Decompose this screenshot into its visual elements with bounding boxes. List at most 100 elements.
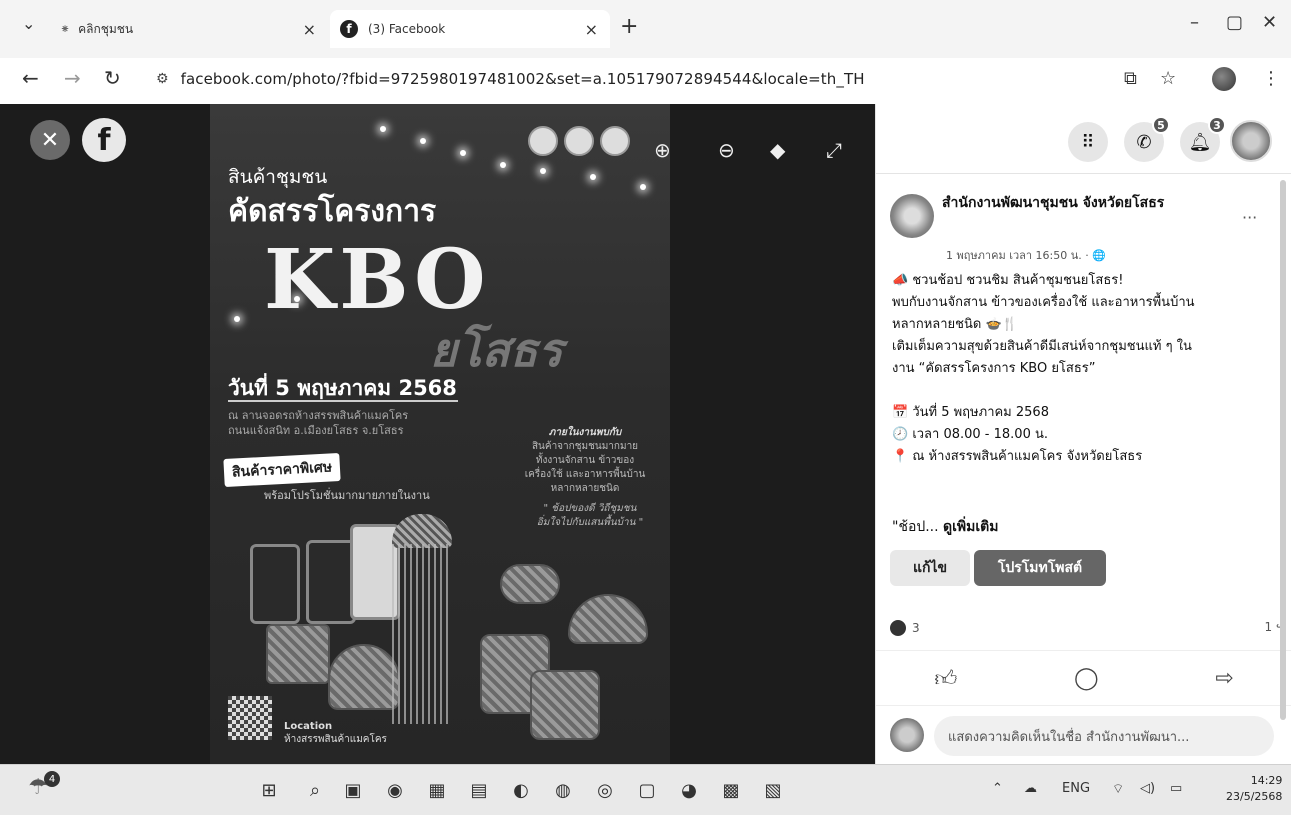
windows-taskbar: ☂ 4 ⊞ ⌕ ▣ ◉ ▦ ▤ ◐ ◍ ◎ ▢ ◕ ▩ ▧ ⌃ ☁ ENG ⌔ … <box>0 764 1291 815</box>
profile-icon[interactable] <box>1212 67 1236 91</box>
line-icon[interactable]: ▢ <box>634 777 660 803</box>
facebook-favicon-icon: f <box>340 20 358 38</box>
battery-icon[interactable]: ▭ <box>1170 781 1182 796</box>
tag-icon[interactable]: ◆ <box>770 138 785 162</box>
share-button-icon[interactable]: ⇨ <box>1215 666 1233 691</box>
post-timestamp[interactable]: 1 พฤษภาคม เวลา 16:50 น. · 🌐 <box>946 246 1106 264</box>
tab-facebook[interactable]: f (3) Facebook × <box>330 10 610 48</box>
zoom-out-icon[interactable]: ⊖ <box>718 138 735 162</box>
string-light <box>380 126 386 132</box>
post-text: 📣 ชวนช้อป ชวนชิม สินค้าชุมชนยโสธร! พบกับ… <box>892 273 1195 464</box>
tab-favicon-icon: ⁕ <box>60 22 71 36</box>
post-side-panel: ⠿ ✆ 5 🔔︎ 3 สำนักงานพัฒนาชุมชน จังหวัดยโส… <box>875 104 1291 764</box>
tray-overflow-icon[interactable]: ⌃ <box>992 781 1003 796</box>
fullscreen-icon[interactable]: ⤢ <box>826 138 842 162</box>
site-info-icon[interactable]: ⚙ <box>156 71 169 87</box>
like-count: 3 <box>912 621 920 635</box>
poster-date-underline <box>228 400 458 402</box>
coiled-mat <box>500 564 560 604</box>
poster-logos <box>528 126 630 156</box>
poster-location: Location ห้างสรรพสินค้าแมคโคร <box>284 721 387 745</box>
install-icon[interactable]: ⧉ <box>1124 68 1137 89</box>
woven-bag <box>306 540 356 624</box>
woven-basket <box>328 644 400 710</box>
tab-close-icon[interactable]: × <box>303 20 316 39</box>
url-bar[interactable]: ⚙ facebook.com/photo/?fbid=9725980197481… <box>140 62 1100 96</box>
notifications-bell-icon[interactable]: 🔔︎ 3 <box>1180 116 1226 162</box>
reaction-summary[interactable]: 3 1 ↪ <box>890 616 1286 640</box>
onedrive-icon[interactable]: ☁ <box>1024 781 1037 796</box>
comment-button-icon[interactable]: ◯ <box>1074 666 1099 691</box>
page-name-link[interactable]: สำนักงานพัฒนาชุมชน จังหวัดยโสธร <box>942 194 1202 213</box>
volume-icon[interactable]: ◁) <box>1140 781 1155 796</box>
tab-close-icon[interactable]: × <box>585 20 598 39</box>
poster-promo-text: พร้อมโปรโมชั่นมากมายภายในงาน <box>264 489 430 502</box>
maximize-button[interactable]: ▢ <box>1226 12 1243 33</box>
weather-badge: 4 <box>44 771 60 787</box>
like-button-icon[interactable]: 👍︎ <box>934 665 957 692</box>
chrome-icon[interactable]: ◎ <box>592 777 618 803</box>
post-options-button[interactable]: ··· <box>1242 208 1257 227</box>
seal-logo-icon <box>528 126 558 156</box>
woven-bag <box>250 544 300 624</box>
tab-title: (3) Facebook <box>368 22 446 36</box>
back-icon[interactable]: ← <box>22 66 39 90</box>
string-light <box>500 162 506 168</box>
browser-tab-strip: ⌄ ⁕ คลิกชุมชน × f (3) Facebook × + – ▢ ✕ <box>0 0 1291 58</box>
app-icon[interactable]: ◉ <box>382 777 408 803</box>
tab-search-chevron-icon[interactable]: ⌄ <box>22 14 35 33</box>
woven-basket <box>266 624 330 684</box>
chrome-profile-icon[interactable]: ◕ <box>676 777 702 803</box>
messenger-icon[interactable]: ✆ 5 <box>1124 116 1170 162</box>
page-avatar[interactable] <box>890 194 934 238</box>
tab-community[interactable]: ⁕ คลิกชุมชน × <box>60 10 328 48</box>
sparkle <box>234 316 240 322</box>
messenger-badge: 5 <box>1152 116 1170 134</box>
system-clock[interactable]: 14:29 23/5/2568 <box>1226 773 1282 805</box>
minimize-button[interactable]: – <box>1190 12 1199 33</box>
poster-venue: ณ ลานจอดรถห้างสรรพสินค้าแมคโคร ถนนแจ้งสน… <box>228 409 409 437</box>
menu-icon[interactable]: ⋮ <box>1262 68 1280 89</box>
edge-icon[interactable]: ◐ <box>508 777 534 803</box>
photo-viewer: ✕ f สินค้าชุมชน คัดสรรโครงการ KBO ยโสธร … <box>0 104 875 764</box>
string-light <box>420 138 426 144</box>
forward-icon[interactable]: → <box>64 66 81 90</box>
string-light <box>640 184 646 190</box>
new-tab-button[interactable]: + <box>620 14 638 39</box>
facebook-logo-icon[interactable]: f <box>82 118 126 162</box>
zoom-in-icon[interactable]: ⊕ <box>654 138 671 162</box>
window-close-button[interactable]: ✕ <box>1262 12 1277 33</box>
store-icon[interactable]: ▦ <box>424 777 450 803</box>
commenter-avatar[interactable] <box>890 718 924 752</box>
address-bar-row: ← → ↻ ⚙ facebook.com/photo/?fbid=9725980… <box>0 58 1291 104</box>
file-explorer-icon[interactable]: ▤ <box>466 777 492 803</box>
like-reaction-icon <box>890 620 906 636</box>
reload-icon[interactable]: ↻ <box>104 66 121 90</box>
post-actions: 👍︎ ◯ ⇨ <box>876 650 1291 706</box>
search-icon[interactable]: ⌕ <box>302 777 328 803</box>
bookmark-star-icon[interactable]: ☆ <box>1160 68 1176 89</box>
string-light <box>540 168 546 174</box>
close-viewer-button[interactable]: ✕ <box>30 120 70 160</box>
excel-icon[interactable]: ▩ <box>718 777 744 803</box>
task-view-icon[interactable]: ▣ <box>340 777 366 803</box>
url-text: facebook.com/photo/?fbid=972598019748100… <box>180 70 865 88</box>
poster-quote: " ช้อปของดี วิถีชุมชน อิ่มใจไปกับแสนพื้น… <box>536 503 644 528</box>
string-light <box>590 174 596 180</box>
see-more-row: "ช้อป... ดูเพิ่มเติม <box>892 519 999 535</box>
promote-post-button[interactable]: โปรโมทโพสต์ <box>974 550 1106 586</box>
see-more-link[interactable]: ดูเพิ่มเติม <box>943 519 998 535</box>
language-indicator[interactable]: ENG <box>1062 781 1090 796</box>
firefox-icon[interactable]: ◍ <box>550 777 576 803</box>
edit-button[interactable]: แก้ไข <box>890 550 970 586</box>
notifications-badge: 3 <box>1208 116 1226 134</box>
poster-inner-info: ภายในงานพบกับ สินค้าจากชุมชนมากมาย ทั้งง… <box>524 427 646 494</box>
word-icon[interactable]: ▧ <box>760 777 786 803</box>
account-avatar[interactable] <box>1230 120 1272 162</box>
poster-qr-code <box>228 696 272 740</box>
comment-input[interactable]: แสดงความคิดเห็นในชื่อ สำนักงานพัฒนา... <box>934 716 1274 756</box>
menu-grid-icon[interactable]: ⠿ <box>1068 122 1108 162</box>
panel-scrollbar[interactable] <box>1280 180 1286 720</box>
start-windows-icon[interactable]: ⊞ <box>256 777 282 803</box>
wifi-icon[interactable]: ⌔ <box>1112 781 1124 797</box>
